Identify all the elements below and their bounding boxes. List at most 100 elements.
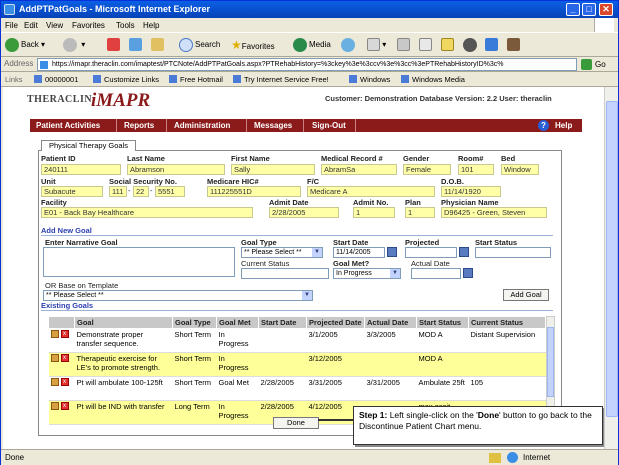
delete-icon[interactable]: x <box>60 402 69 410</box>
goal-type-select[interactable]: ** Please Select ** <box>241 247 323 258</box>
delete-icon[interactable]: x <box>60 378 69 386</box>
nav-sign-out[interactable]: Sign-Out <box>312 121 346 130</box>
label-fc: F/C <box>307 177 320 186</box>
cell-current-status <box>468 352 546 377</box>
search-label: Search <box>195 40 221 49</box>
nav-help[interactable]: Help <box>555 121 572 130</box>
link-free-hotmail[interactable]: Free Hotmail <box>169 75 223 84</box>
delete-icon[interactable]: x <box>60 330 69 338</box>
menu-bar: File Edit View Favorites Tools Help <box>1 18 618 32</box>
table-row: x Pt will ambulate 100-125ft Short Term … <box>48 376 546 401</box>
minimize-button[interactable]: _ <box>566 3 580 16</box>
tool-button[interactable] <box>507 37 520 53</box>
narrative-goal-textarea[interactable] <box>43 247 235 277</box>
favorites-button[interactable]: ★Favorites <box>231 37 275 53</box>
research-button[interactable] <box>485 37 498 53</box>
cell-goal-met: Goal Met <box>216 376 259 401</box>
edit-icon[interactable] <box>50 354 59 362</box>
label-template: OR Base on Template <box>45 281 119 290</box>
messenger-button[interactable] <box>463 37 479 53</box>
research-icon <box>485 38 498 52</box>
internet-globe-icon <box>507 452 518 463</box>
back-arrow-icon <box>5 37 19 52</box>
home-button[interactable] <box>151 37 164 53</box>
edit-icon[interactable] <box>50 402 59 410</box>
cell-start-status: MOD A <box>416 352 469 377</box>
edit-button[interactable] <box>419 37 432 53</box>
link-try-internet-service[interactable]: Try Internet Service Free! <box>233 75 329 84</box>
links-label: Links <box>5 75 23 84</box>
nav-reports[interactable]: Reports <box>124 121 154 130</box>
media-button[interactable]: Media <box>293 37 331 53</box>
link-windows-media[interactable]: Windows Media <box>401 75 465 84</box>
address-input[interactable]: https://imapr.theraclin.com/imaptest/PTC… <box>37 58 577 71</box>
menu-edit[interactable]: Edit <box>24 21 38 30</box>
current-status-input[interactable] <box>241 268 329 279</box>
edit-icon[interactable] <box>50 378 59 386</box>
menu-file[interactable]: File <box>5 21 18 30</box>
menu-tools[interactable]: Tools <box>116 21 135 30</box>
discuss-button[interactable] <box>441 37 454 53</box>
media-icon <box>293 37 307 52</box>
calendar-icon[interactable] <box>387 247 397 257</box>
link-customize-links[interactable]: Customize Links <box>93 75 159 84</box>
search-button[interactable]: Search <box>179 37 220 53</box>
nav-messages[interactable]: Messages <box>254 121 292 130</box>
lock-icon <box>489 453 501 463</box>
goal-met-select[interactable]: In Progress <box>333 268 401 279</box>
menu-help[interactable]: Help <box>143 21 159 30</box>
col-goal-type: Goal Type <box>172 316 217 329</box>
calendar-icon[interactable] <box>459 247 469 257</box>
history-button[interactable] <box>341 37 357 53</box>
stop-button[interactable] <box>107 37 120 53</box>
nav-patient-activities[interactable]: Patient Activities <box>36 121 100 130</box>
template-select[interactable]: ** Please Select ** <box>43 290 313 301</box>
forward-button[interactable]: ▾ <box>63 37 85 53</box>
link-00000001[interactable]: 00000001 <box>34 75 78 84</box>
print-icon <box>397 38 410 52</box>
table-row: x Demonstrate proper transfer sequence. … <box>48 328 546 353</box>
start-date-input[interactable]: 11/14/2005 <box>333 247 385 258</box>
calendar-icon[interactable] <box>463 268 473 278</box>
label-gender: Gender <box>403 154 430 163</box>
label-goal-met: Goal Met? <box>333 259 370 268</box>
theraclin-brand: THERACLIN <box>27 94 93 105</box>
label-medical-record: Medical Record # <box>321 154 383 163</box>
tab-physical-therapy-goals[interactable]: Physical Therapy Goals <box>41 140 136 151</box>
menu-view[interactable]: View <box>46 21 63 30</box>
mail-button[interactable]: ▾ <box>367 37 386 53</box>
refresh-button[interactable] <box>129 37 142 53</box>
page-scrollbar[interactable] <box>604 87 618 449</box>
nav-administration[interactable]: Administration <box>174 121 230 130</box>
print-button[interactable] <box>397 37 410 53</box>
callout-done-word: Done <box>477 410 500 420</box>
bed-field: Window <box>501 164 539 175</box>
ssn-dash: - <box>150 186 153 195</box>
history-icon <box>341 37 355 52</box>
page-scroll-thumb[interactable] <box>606 101 618 417</box>
maximize-button[interactable]: □ <box>582 3 596 16</box>
help-icon[interactable]: ? <box>538 120 549 131</box>
go-button[interactable]: Go <box>595 60 606 69</box>
imapr-brand: iMAPR <box>91 90 151 111</box>
first-name-field: Sally <box>231 164 315 175</box>
start-status-input[interactable] <box>475 247 551 258</box>
cell-start-date <box>258 328 307 353</box>
link-windows[interactable]: Windows <box>349 75 390 84</box>
back-button[interactable]: Back ▾ <box>5 37 45 53</box>
add-goal-button[interactable]: Add Goal <box>503 289 549 301</box>
status-zone: Internet <box>523 453 551 462</box>
forward-arrow-icon <box>63 37 77 52</box>
go-arrow-icon[interactable] <box>581 59 592 70</box>
menu-favorites[interactable]: Favorites <box>72 21 105 30</box>
delete-icon[interactable]: x <box>60 354 69 362</box>
actual-date-input[interactable] <box>411 268 461 279</box>
home-icon <box>151 38 164 52</box>
projected-date-input[interactable] <box>405 247 457 258</box>
done-button[interactable]: Done <box>273 417 319 429</box>
label-goal-type: Goal Type <box>241 238 277 247</box>
close-button[interactable]: ✕ <box>599 3 613 16</box>
messenger-icon <box>463 37 477 52</box>
edit-icon[interactable] <box>50 330 59 338</box>
goals-scroll-thumb[interactable] <box>547 327 554 397</box>
